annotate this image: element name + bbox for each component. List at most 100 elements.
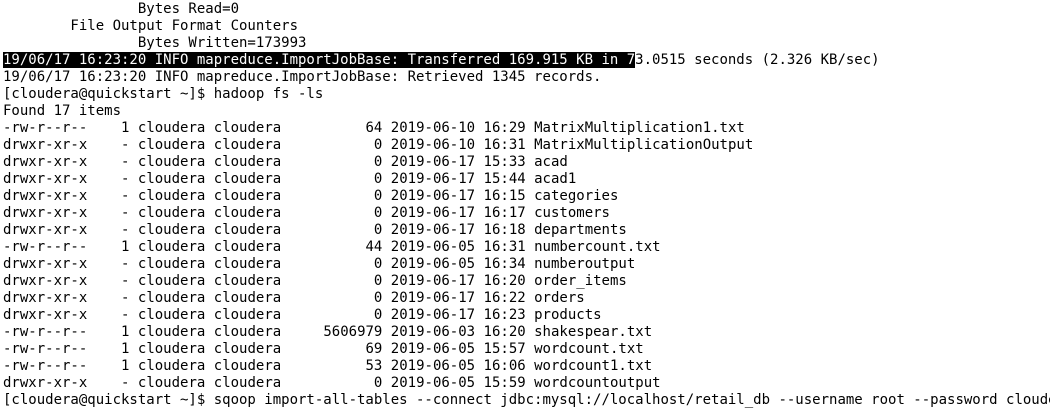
current-command-input[interactable]: sqoop import-all-tables --connect jdbc:m… xyxy=(214,392,1050,408)
file-name: MatrixMultiplicationOutput xyxy=(534,137,754,153)
file-permissions: -rw-r--r-- xyxy=(3,341,88,357)
file-permissions: drwxr-xr-x xyxy=(3,154,88,170)
file-date: 2019-06-05 xyxy=(390,239,476,255)
file-owner: cloudera xyxy=(137,154,206,170)
shell-prompt: [cloudera@quickstart ~]$ xyxy=(3,392,214,408)
counter-line-bytes-read: Bytes Read=0 xyxy=(3,1,240,17)
transfer-log-rest: 3.0515 seconds (2.326 KB/sec) xyxy=(635,52,880,68)
file-date: 2019-06-10 xyxy=(390,120,476,136)
file-group: cloudera xyxy=(213,120,282,136)
file-permissions: -rw-r--r-- xyxy=(3,239,88,255)
file-replication: - xyxy=(95,137,130,153)
listing-row: -rw-r--r-- 1 cloudera cloudera 69 2019-0… xyxy=(0,341,1050,358)
file-permissions: drwxr-xr-x xyxy=(3,375,88,391)
file-owner: cloudera xyxy=(137,205,206,221)
terminal-window[interactable]: Bytes Read=0 File Output Format Counters… xyxy=(0,0,1050,419)
file-group: cloudera xyxy=(213,188,282,204)
file-time: 16:06 xyxy=(483,358,526,374)
file-group: cloudera xyxy=(213,205,282,221)
file-owner: cloudera xyxy=(137,120,206,136)
file-size: 0 xyxy=(289,205,383,221)
file-time: 16:18 xyxy=(483,222,526,238)
file-replication: - xyxy=(95,222,130,238)
file-time: 16:22 xyxy=(483,290,526,306)
file-date: 2019-06-17 xyxy=(390,188,476,204)
ls-command-text: hadoop fs -ls xyxy=(213,86,324,102)
listing-row: drwxr-xr-x - cloudera cloudera 0 2019-06… xyxy=(0,375,1050,392)
file-name: departments xyxy=(534,222,627,238)
file-date: 2019-06-10 xyxy=(390,137,476,153)
file-size: 5606979 xyxy=(289,324,383,340)
file-name: acad xyxy=(534,154,568,170)
file-date: 2019-06-05 xyxy=(390,358,476,374)
listing-row: drwxr-xr-x - cloudera cloudera 0 2019-06… xyxy=(0,205,1050,222)
file-owner: cloudera xyxy=(137,341,206,357)
file-group: cloudera xyxy=(213,239,282,255)
file-date: 2019-06-17 xyxy=(390,154,476,170)
file-replication: - xyxy=(95,171,130,187)
ls-command-line: [cloudera@quickstart ~]$ hadoop fs -ls xyxy=(0,86,1050,103)
file-name: order_items xyxy=(534,273,627,289)
file-size: 69 xyxy=(289,341,383,357)
file-owner: cloudera xyxy=(137,256,206,272)
shell-prompt: [cloudera@quickstart ~]$ xyxy=(3,86,214,102)
file-replication: - xyxy=(95,375,130,391)
file-size: 44 xyxy=(289,239,383,255)
retrieved-log-line: 19/06/17 16:23:20 INFO mapreduce.ImportJ… xyxy=(3,69,602,85)
file-name: wordcount1.txt xyxy=(534,358,653,374)
file-permissions: -rw-r--r-- xyxy=(3,358,88,374)
file-name: wordcount.txt xyxy=(534,341,644,357)
file-owner: cloudera xyxy=(137,273,206,289)
listing-row: -rw-r--r-- 1 cloudera cloudera 53 2019-0… xyxy=(0,358,1050,375)
file-name: numbercount.txt xyxy=(534,239,661,255)
listing-row: drwxr-xr-x - cloudera cloudera 0 2019-06… xyxy=(0,273,1050,290)
file-size: 0 xyxy=(289,273,383,289)
file-permissions: drwxr-xr-x xyxy=(3,307,88,323)
hdfs-listing: -rw-r--r-- 1 cloudera cloudera 64 2019-0… xyxy=(0,120,1050,392)
file-size: 0 xyxy=(289,171,383,187)
file-owner: cloudera xyxy=(137,239,206,255)
file-time: 16:34 xyxy=(483,256,526,272)
file-size: 0 xyxy=(289,256,383,272)
file-group: cloudera xyxy=(213,222,282,238)
file-time: 16:20 xyxy=(483,273,526,289)
file-name: products xyxy=(534,307,602,323)
file-owner: cloudera xyxy=(137,307,206,323)
listing-row: drwxr-xr-x - cloudera cloudera 0 2019-06… xyxy=(0,188,1050,205)
file-replication: - xyxy=(95,290,130,306)
file-name: categories xyxy=(534,188,619,204)
file-time: 15:44 xyxy=(483,171,526,187)
file-time: 16:31 xyxy=(483,239,526,255)
file-replication: - xyxy=(95,205,130,221)
file-replication: 1 xyxy=(95,239,130,255)
file-group: cloudera xyxy=(213,273,282,289)
current-command-line[interactable]: [cloudera@quickstart ~]$ sqoop import-al… xyxy=(0,392,1050,409)
file-permissions: drwxr-xr-x xyxy=(3,273,88,289)
file-time: 15:59 xyxy=(483,375,526,391)
file-size: 0 xyxy=(289,137,383,153)
file-size: 53 xyxy=(289,358,383,374)
file-date: 2019-06-17 xyxy=(390,290,476,306)
file-permissions: drwxr-xr-x xyxy=(3,137,88,153)
file-owner: cloudera xyxy=(137,188,206,204)
counter-line-file-output-format: File Output Format Counters xyxy=(3,18,299,34)
file-permissions: drwxr-xr-x xyxy=(3,205,88,221)
file-replication: - xyxy=(95,154,130,170)
file-replication: - xyxy=(95,307,130,323)
file-time: 16:15 xyxy=(483,188,526,204)
file-replication: 1 xyxy=(95,358,130,374)
file-size: 0 xyxy=(289,188,383,204)
file-owner: cloudera xyxy=(137,137,206,153)
file-replication: - xyxy=(95,273,130,289)
transfer-log-line: 19/06/17 16:23:20 INFO mapreduce.ImportJ… xyxy=(0,52,1050,69)
listing-row: -rw-r--r-- 1 cloudera cloudera 5606979 2… xyxy=(0,324,1050,341)
file-permissions: drwxr-xr-x xyxy=(3,222,88,238)
counter-line-bytes-written: Bytes Written=173993 xyxy=(3,35,307,51)
file-replication: 1 xyxy=(95,341,130,357)
file-owner: cloudera xyxy=(137,375,206,391)
file-group: cloudera xyxy=(213,307,282,323)
listing-row: drwxr-xr-x - cloudera cloudera 0 2019-06… xyxy=(0,222,1050,239)
file-time: 16:29 xyxy=(483,120,526,136)
file-replication: - xyxy=(95,188,130,204)
file-name: wordcountoutput xyxy=(534,375,661,391)
